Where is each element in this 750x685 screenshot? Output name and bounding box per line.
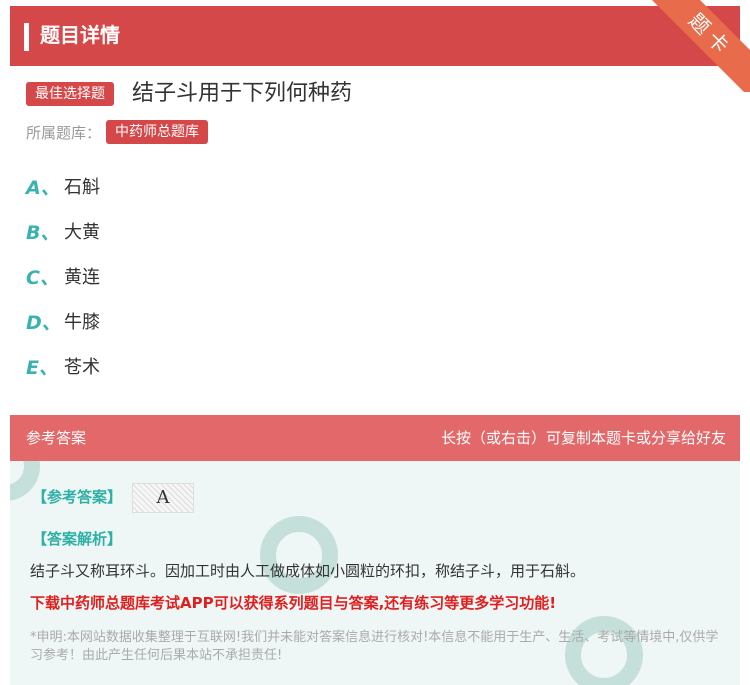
page-header: 题目详情: [10, 6, 740, 66]
option-letter: D、: [26, 312, 61, 334]
answer-section-title: 参考答案: [26, 429, 87, 447]
ribbon-label: 题卡: [645, 0, 750, 92]
app-download-promo[interactable]: 下载中药师总题库考试APP可以获得系列题目与答案,还有练习等更多学习功能!: [30, 592, 556, 614]
answer-image: A: [132, 483, 194, 513]
disclaimer-text: *申明:本网站数据收集整理于互联网!我们并未能对答案信息进行核对!本信息不能用于…: [30, 630, 719, 663]
explanation-label: 【答案解析】: [32, 530, 123, 548]
bank-label: 所属题库：: [26, 124, 102, 142]
answer-label: 【参考答案】: [32, 488, 123, 506]
option-text: 牛膝: [64, 312, 100, 333]
header-accent-bar: [24, 23, 29, 51]
option-text: 黄连: [64, 267, 100, 288]
share-hint: 长按（或右击）可复制本题卡或分享给好友: [440, 429, 726, 447]
page-title: 题目详情: [40, 23, 120, 47]
ribbon-corner: 题卡: [640, 0, 750, 92]
option-letter: E、: [26, 357, 58, 379]
watermark-logo-icon: [260, 516, 338, 594]
option-letter: B、: [26, 222, 60, 244]
option-text: 苍术: [64, 357, 100, 378]
explanation-text: 结子斗又称耳环斗。因加工时由人工做成体如小圆粒的环扣，称结子斗，用于石斛。: [30, 562, 586, 580]
option-text: 大黄: [64, 222, 100, 243]
option-text: 石斛: [64, 177, 100, 198]
option-letter: C、: [26, 267, 59, 289]
bank-tag-link[interactable]: 中药师总题库: [106, 120, 208, 144]
question-type-tag: 最佳选择题: [26, 82, 114, 106]
answer-section-header: 参考答案 长按（或右击）可复制本题卡或分享给好友: [10, 415, 740, 461]
question-text: 结子斗用于下列何种药: [132, 81, 353, 106]
option-letter: A、: [26, 177, 60, 199]
